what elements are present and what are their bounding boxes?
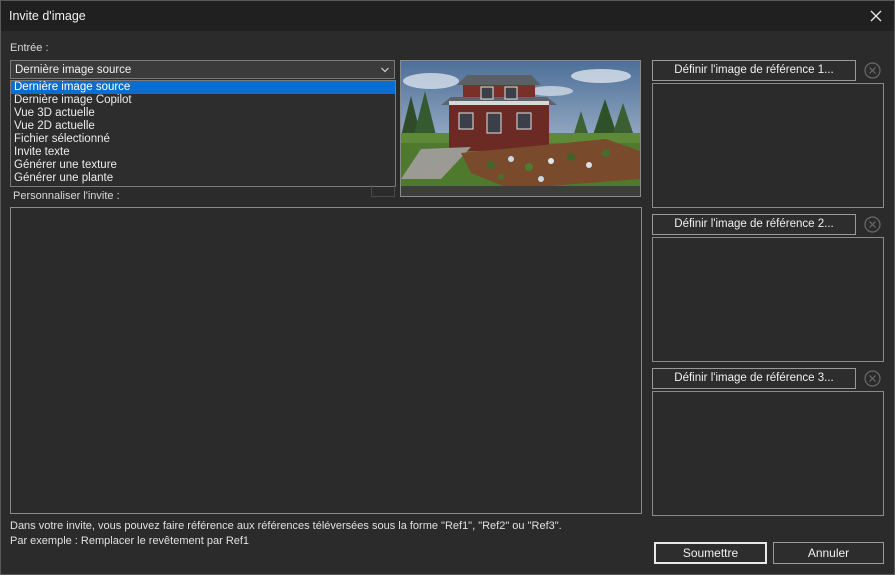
cancel-button[interactable]: Annuler: [773, 542, 884, 564]
clear-circle-icon: [864, 62, 881, 79]
prompt-label: Personnaliser l'invite :: [13, 190, 120, 202]
clear-circle-icon: [864, 370, 881, 387]
set-reference-1-button[interactable]: Définir l'image de référence 1...: [652, 60, 856, 81]
close-icon: [870, 10, 882, 22]
dropdown-option[interactable]: Générer une texture: [11, 159, 395, 172]
hint-line-1: Dans votre invite, vous pouvez faire réf…: [10, 520, 562, 532]
source-image-preview: [400, 60, 641, 197]
input-dropdown-list[interactable]: Dernière image source Dernière image Cop…: [10, 80, 396, 187]
dropdown-option[interactable]: Fichier sélectionné: [11, 133, 395, 146]
close-button[interactable]: [864, 5, 888, 27]
input-selected-value: Dernière image source: [15, 64, 132, 76]
dropdown-option[interactable]: Dernière image source: [11, 81, 395, 94]
prompt-textarea[interactable]: [10, 207, 642, 514]
set-reference-2-button[interactable]: Définir l'image de référence 2...: [652, 214, 856, 235]
submit-button[interactable]: Soumettre: [654, 542, 767, 564]
dropdown-option[interactable]: Vue 2D actuelle: [11, 120, 395, 133]
set-reference-3-button[interactable]: Définir l'image de référence 3...: [652, 368, 856, 389]
dropdown-option[interactable]: Générer une plante: [11, 172, 395, 185]
clear-reference-3-button[interactable]: [862, 368, 883, 389]
dropdown-option[interactable]: Invite texte: [11, 146, 395, 159]
input-combobox[interactable]: Dernière image source: [10, 60, 395, 79]
reference-1-image-box: [652, 83, 884, 208]
window-title: Invite d'image: [9, 9, 86, 23]
house-preview-image: [401, 61, 640, 196]
clear-circle-icon: [864, 216, 881, 233]
clear-reference-1-button[interactable]: [862, 60, 883, 81]
obscured-button[interactable]: [371, 185, 395, 197]
reference-2-image-box: [652, 237, 884, 362]
reference-3-image-box: [652, 391, 884, 516]
hint-line-2: Par exemple : Remplacer le revêtement pa…: [10, 535, 250, 547]
input-label: Entrée :: [10, 42, 49, 54]
dropdown-option[interactable]: Vue 3D actuelle: [11, 107, 395, 120]
title-bar: Invite d'image: [1, 1, 894, 31]
chevron-down-icon: [381, 67, 389, 73]
dropdown-option[interactable]: Dernière image Copilot: [11, 94, 395, 107]
clear-reference-2-button[interactable]: [862, 214, 883, 235]
